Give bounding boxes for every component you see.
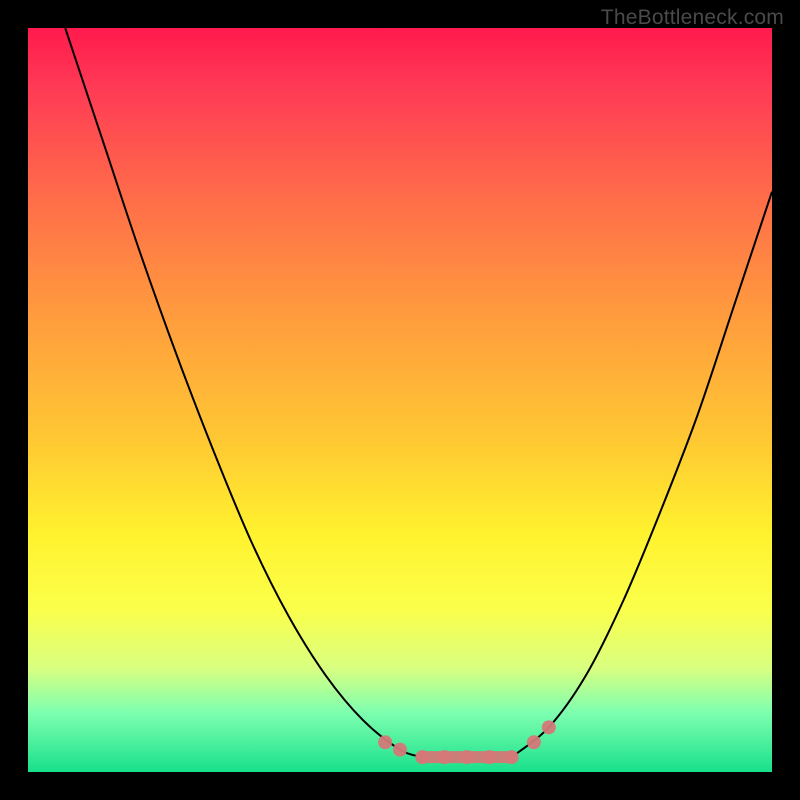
left-curve — [65, 28, 422, 757]
marker-group — [378, 720, 556, 764]
chart-svg — [28, 28, 772, 772]
right-curve — [512, 192, 772, 757]
marker-dot — [482, 750, 496, 764]
marker-dot — [505, 750, 519, 764]
marker-dot — [415, 750, 429, 764]
marker-dot — [460, 750, 474, 764]
chart-frame — [28, 28, 772, 772]
watermark-text: TheBottleneck.com — [601, 6, 784, 30]
marker-dot — [438, 750, 452, 764]
marker-dot — [527, 735, 541, 749]
marker-dot — [542, 720, 556, 734]
marker-dot — [378, 735, 392, 749]
marker-dot — [393, 743, 407, 757]
